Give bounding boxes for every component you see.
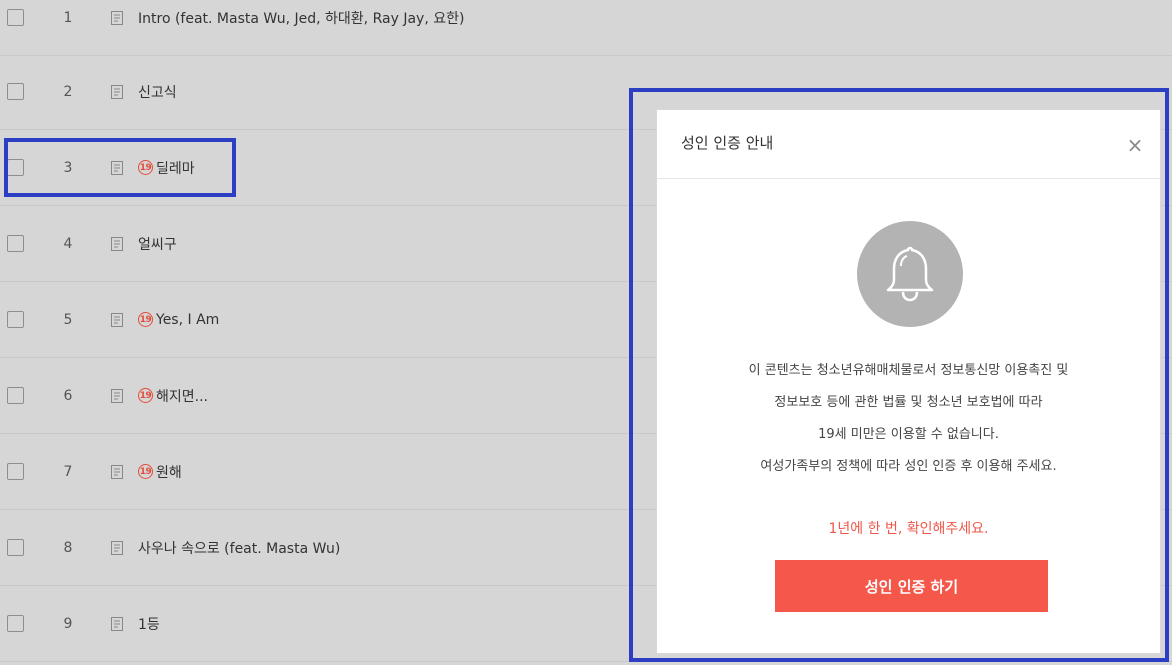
track-number: 1 <box>63 9 73 26</box>
modal-header: 성인 인증 안내 × <box>657 110 1160 179</box>
track-checkbox[interactable] <box>7 310 24 328</box>
document-icon[interactable] <box>109 84 125 100</box>
track-title[interactable]: 얼씨구 <box>138 234 177 254</box>
document-icon[interactable] <box>109 464 125 480</box>
document-icon[interactable] <box>109 312 125 328</box>
notice-line: 정보보호 등에 관한 법률 및 청소년 보호법에 따라 <box>774 395 1043 410</box>
age-19-badge: 19 <box>138 388 153 403</box>
notice-text: 이 콘텐츠는 청소년유해매체물로서 정보통신망 이용촉진 및 정보보호 등에 관… <box>657 355 1160 483</box>
track-title-text: 1등 <box>138 616 160 633</box>
track-number: 5 <box>63 311 73 328</box>
track-checkbox[interactable] <box>7 386 24 404</box>
document-icon[interactable] <box>109 236 125 252</box>
track-number: 7 <box>63 463 73 480</box>
track-title[interactable]: 사우나 속으로 (feat. Masta Wu) <box>138 538 340 558</box>
document-icon[interactable] <box>109 540 125 556</box>
bell-icon <box>857 221 963 327</box>
document-icon[interactable] <box>109 616 125 632</box>
age-19-badge: 19 <box>138 312 153 327</box>
highlight-box-track-3 <box>4 138 236 197</box>
track-title-text: Yes, I Am <box>156 311 220 328</box>
notice-line: 여성가족부의 정책에 따라 성인 인증 후 이용해 주세요. <box>760 459 1057 474</box>
track-title[interactable]: 19 해지면... <box>138 386 208 406</box>
track-number: 9 <box>63 615 73 632</box>
track-number: 6 <box>63 387 73 404</box>
track-checkbox[interactable] <box>7 82 24 100</box>
track-row[interactable]: 1 Intro (feat. Masta Wu, Jed, 하대환, Ray Ja… <box>0 0 1172 56</box>
track-checkbox[interactable] <box>7 234 24 252</box>
track-checkbox[interactable] <box>7 538 24 556</box>
track-title[interactable]: 19 원해 <box>138 462 182 482</box>
track-number: 4 <box>63 235 73 252</box>
track-title[interactable]: 1등 <box>138 614 160 634</box>
track-number: 8 <box>63 539 73 556</box>
track-title-text: 얼씨구 <box>138 236 177 253</box>
modal-title: 성인 인증 안내 <box>681 134 774 152</box>
track-title-text: 해지면... <box>156 388 208 405</box>
adult-verification-modal: 성인 인증 안내 × 이 콘텐츠는 청소년유해매체물로서 정보통신망 이용촉진 … <box>656 109 1161 654</box>
notice-line: 19세 미만은 이용할 수 없습니다. <box>818 427 999 442</box>
track-number: 2 <box>63 83 73 100</box>
track-title[interactable]: 19 Yes, I Am <box>138 312 219 328</box>
document-icon[interactable] <box>109 10 125 26</box>
track-title[interactable]: Intro (feat. Masta Wu, Jed, 하대환, Ray Jay… <box>138 8 464 28</box>
adult-verify-button[interactable]: 성인 인증 하기 <box>775 560 1048 612</box>
track-title-text: Intro (feat. Masta Wu, Jed, 하대환, Ray Jay… <box>138 10 465 27</box>
track-checkbox[interactable] <box>7 8 24 26</box>
track-title-text: 원해 <box>156 464 182 481</box>
track-title[interactable]: 신고식 <box>138 82 177 102</box>
notice-line: 이 콘텐츠는 청소년유해매체물로서 정보통신망 이용촉진 및 <box>748 363 1069 378</box>
track-checkbox[interactable] <box>7 614 24 632</box>
track-title-text: 사우나 속으로 (feat. Masta Wu) <box>138 540 341 557</box>
track-title-text: 신고식 <box>138 84 177 101</box>
track-checkbox[interactable] <box>7 462 24 480</box>
annual-notice: 1년에 한 번, 확인해주세요. <box>828 521 989 537</box>
close-icon[interactable]: × <box>1124 134 1146 156</box>
document-icon[interactable] <box>109 388 125 404</box>
age-19-badge: 19 <box>138 464 153 479</box>
